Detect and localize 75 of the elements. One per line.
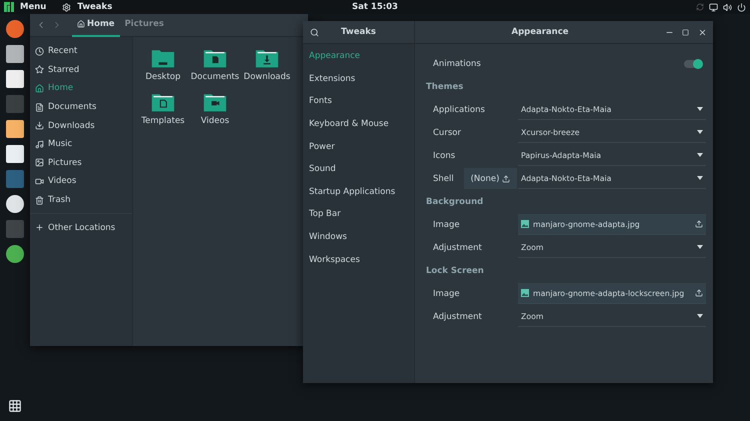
sidebar-item[interactable]: Home (30, 79, 132, 98)
caret-icon (697, 107, 703, 111)
sidebar-item[interactable]: Sound (303, 158, 414, 181)
clock[interactable]: Sat 15:03 (352, 2, 398, 12)
image-file-icon (521, 289, 529, 297)
volume-icon[interactable] (723, 2, 732, 12)
sidebar-item[interactable]: Recent (30, 42, 132, 61)
panel-title: Appearance (511, 27, 569, 37)
caret-icon (697, 245, 703, 249)
section-heading: Background (426, 196, 484, 206)
app-grid-icon[interactable] (8, 399, 22, 413)
setting-label: Adjustment (433, 312, 483, 322)
setting-label: Image (433, 288, 461, 298)
folder-name[interactable]: Videos (200, 116, 230, 126)
setting-label: Animations (433, 58, 482, 68)
folder-name[interactable]: Downloads (244, 72, 290, 82)
plus-icon (35, 223, 44, 232)
upload-icon (695, 289, 703, 297)
window-title: Tweaks (341, 27, 376, 37)
video-camera-icon (35, 176, 44, 186)
close-icon[interactable] (698, 28, 707, 36)
toggle-switch[interactable] (684, 60, 702, 68)
document-icon (35, 102, 44, 112)
caret-icon (697, 130, 703, 134)
sidebar-item[interactable]: Music (30, 134, 132, 154)
setting-label: Cursor (433, 128, 462, 138)
sidebar-item[interactable]: Workspaces (303, 248, 414, 271)
sidebar-item[interactable]: Pictures (30, 154, 132, 172)
star-icon (35, 65, 44, 74)
setting-label: Adjustment (433, 242, 483, 252)
home-icon (35, 84, 44, 93)
maximize-icon[interactable] (682, 28, 689, 36)
sidebar-item[interactable]: Videos (30, 172, 132, 191)
clock-icon (35, 46, 44, 56)
caret-icon (697, 314, 703, 318)
home-icon (77, 20, 85, 28)
section-heading: Lock Screen (426, 266, 484, 276)
setting-label: Applications (433, 104, 486, 114)
caret-icon (697, 153, 703, 157)
image-file-icon (521, 220, 529, 228)
menu-button[interactable]: Menu (20, 2, 46, 12)
sidebar-item[interactable]: Extensions (303, 68, 414, 90)
sidebar-item[interactable]: Trash (30, 190, 132, 210)
monitor-icon[interactable] (709, 2, 718, 12)
setting-label: Icons (433, 150, 456, 160)
sync-icon[interactable] (696, 3, 704, 11)
search-icon[interactable] (310, 28, 319, 36)
sidebar-item[interactable]: Starred (30, 60, 132, 80)
caret-icon (697, 176, 703, 180)
sidebar-item[interactable]: Startup Applications (303, 180, 414, 204)
sidebar-item[interactable]: Windows (303, 226, 414, 248)
trash-icon (35, 196, 44, 205)
sidebar-item[interactable]: Documents (30, 98, 132, 116)
power-icon[interactable] (737, 2, 746, 12)
setting-label: Image (433, 220, 461, 230)
folder-name[interactable]: Documents (190, 72, 240, 82)
sidebar-item[interactable]: Keyboard & Mouse (303, 112, 414, 136)
section-heading: Themes (426, 82, 464, 92)
manjaro-logo-icon[interactable] (4, 2, 14, 12)
gear-icon (62, 2, 72, 12)
music-note-icon (35, 140, 44, 149)
sidebar-item[interactable]: Fonts (303, 90, 414, 113)
setting-label: Shell (433, 174, 455, 184)
folder-name[interactable]: Desktop (145, 72, 181, 82)
sidebar-item[interactable]: Appearance (303, 45, 414, 68)
folder-name[interactable]: Templates (141, 116, 185, 126)
sidebar-item[interactable]: Power (303, 135, 414, 158)
upload-icon (695, 220, 703, 228)
sidebar-item[interactable]: Downloads (30, 116, 132, 135)
app-menu-button[interactable]: Tweaks (77, 2, 112, 12)
image-icon (35, 158, 44, 168)
sidebar-item[interactable]: Top Bar (303, 203, 414, 226)
upload-icon (502, 174, 510, 182)
shell-status-button[interactable]: (None) (464, 168, 517, 189)
sidebar-item[interactable]: Other Locations (30, 218, 132, 237)
